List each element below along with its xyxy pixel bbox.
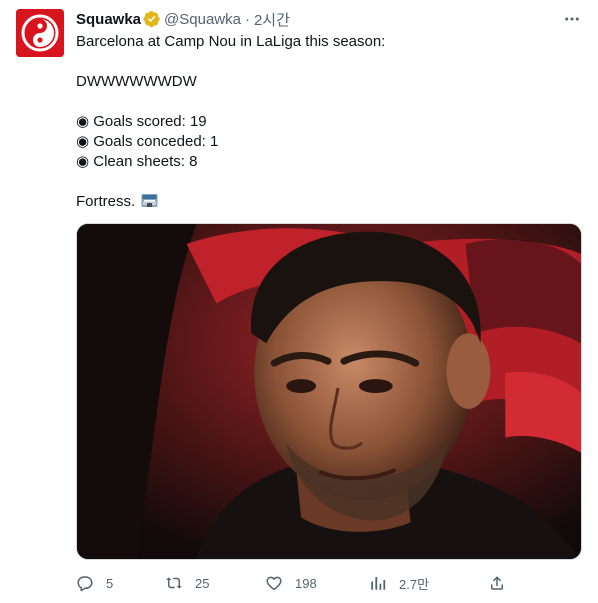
tweet-line-goals-scored: ◉ Goals scored: 19 (76, 113, 207, 130)
views-button[interactable]: 2.7만 (369, 574, 488, 593)
stadium-icon (141, 193, 158, 208)
views-count: 2.7만 (399, 576, 430, 592)
tweet-line-clean-sheets: ◉ Clean sheets: 8 (76, 153, 198, 170)
author-handle[interactable]: @Squawka (164, 11, 241, 28)
tweet-photo[interactable] (76, 223, 582, 560)
avatar[interactable] (16, 9, 64, 57)
share-button[interactable] (488, 574, 506, 592)
tweet-text: Barcelona at Camp Nou in LaLiga this sea… (76, 32, 582, 212)
reply-count: 5 (106, 575, 114, 591)
retweet-count: 25 (195, 575, 210, 591)
tweet-card[interactable]: Squawka @Squawka · 2시간 Barcelona at Camp… (0, 0, 598, 603)
tweet-line-form: DWWWWWWDW (76, 73, 197, 90)
squawka-logo-icon (16, 9, 64, 57)
retweet-icon (166, 577, 182, 589)
heart-icon (266, 576, 282, 591)
reply-icon (77, 576, 93, 592)
retweet-button[interactable]: 25 (165, 574, 265, 592)
tweet-header: Squawka @Squawka · 2시간 (76, 9, 582, 29)
views-chart-icon (371, 577, 386, 590)
tweet-line-goals-conceded: ◉ Goals conceded: 1 (76, 133, 219, 150)
timestamp[interactable]: 2시간 (254, 9, 290, 30)
closing-text: Fortress. (76, 193, 136, 210)
author-name[interactable]: Squawka (76, 11, 141, 28)
tweet-line-closing: Fortress. (76, 192, 582, 212)
share-icon (491, 576, 503, 590)
more-options-icon[interactable] (562, 9, 582, 29)
photo-man-in-dugout (77, 224, 581, 559)
like-button[interactable]: 198 (265, 574, 369, 592)
tweet-actions: 5 25 198 2.7만 (76, 572, 506, 594)
like-count: 198 (295, 575, 317, 591)
separator-dot: · (244, 10, 250, 28)
tweet-line-headline: Barcelona at Camp Nou in LaLiga this sea… (76, 33, 386, 50)
verified-badge-icon (143, 10, 161, 28)
reply-button[interactable]: 5 (76, 574, 165, 592)
